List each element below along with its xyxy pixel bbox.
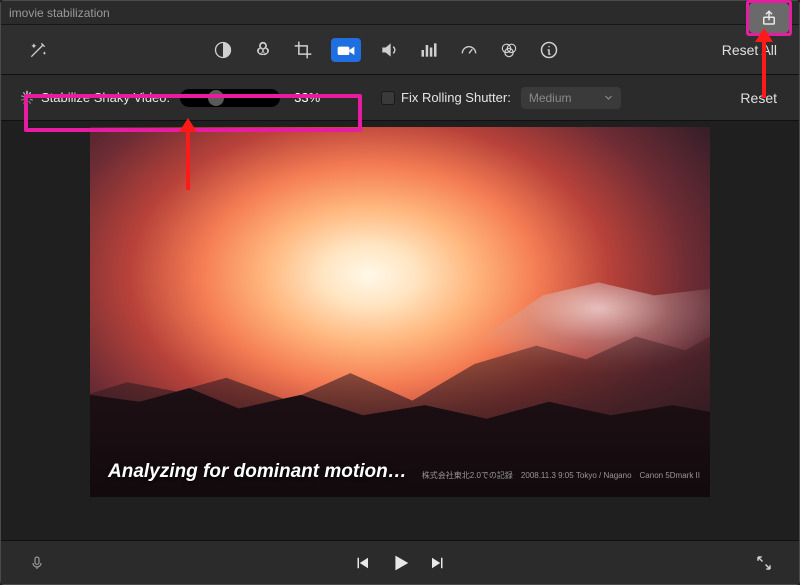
auto-enhance-button[interactable] — [15, 34, 61, 66]
info-icon[interactable] — [537, 38, 561, 62]
stabilize-value: 33% — [294, 90, 332, 105]
fix-rolling-checkbox[interactable] — [381, 91, 395, 105]
fix-rolling-shutter-group: Fix Rolling Shutter: Medium — [381, 87, 621, 109]
slider-thumb[interactable] — [208, 90, 224, 106]
inspector-tabs — [211, 38, 561, 62]
voiceover-mic-button[interactable] — [29, 553, 45, 573]
next-button[interactable] — [429, 554, 447, 572]
color-balance-icon[interactable] — [211, 38, 235, 62]
volume-icon[interactable] — [377, 38, 401, 62]
app-window: imovie stabilization — [0, 0, 800, 585]
reset-all-button[interactable]: Reset All — [722, 42, 777, 58]
fullscreen-button[interactable] — [755, 554, 773, 572]
dropdown-value: Medium — [529, 91, 572, 105]
transport-bar — [1, 540, 799, 584]
preview-area: Analyzing for dominant motion… 株式会社東北2.0… — [1, 121, 799, 540]
rolling-shutter-dropdown[interactable]: Medium — [521, 87, 621, 109]
stabilize-group: Stabilize Shaky Video: 33% — [15, 83, 340, 113]
fix-rolling-label: Fix Rolling Shutter: — [401, 90, 511, 105]
stabilize-label: Stabilize Shaky Video: — [41, 90, 170, 105]
stabilize-slider[interactable] — [180, 89, 280, 107]
analysis-status-text: Analyzing for dominant motion… — [108, 461, 407, 483]
titlebar: imovie stabilization — [1, 1, 799, 25]
prev-button[interactable] — [353, 554, 371, 572]
processing-spinner-icon — [19, 90, 35, 106]
audio-eq-icon[interactable] — [417, 38, 441, 62]
stabilization-tab-icon[interactable] — [331, 38, 361, 62]
video-preview[interactable]: Analyzing for dominant motion… 株式会社東北2.0… — [90, 127, 710, 497]
video-filters-icon[interactable] — [497, 38, 521, 62]
window-title: imovie stabilization — [9, 6, 110, 20]
speedometer-icon[interactable] — [457, 38, 481, 62]
clip-metadata-overlay: 株式会社東北2.0での記録 2008.11.3 9:05 Tokyo / Nag… — [422, 470, 700, 481]
stabilization-settings: Stabilize Shaky Video: 33% Fix Rolling S… — [1, 75, 799, 121]
color-correction-icon[interactable] — [251, 38, 275, 62]
annotation-arrow-share — [762, 40, 766, 98]
reset-button[interactable]: Reset — [740, 90, 777, 106]
chevron-down-icon — [604, 93, 613, 102]
annotation-arrow-stabilize — [186, 130, 190, 190]
play-button[interactable] — [389, 552, 411, 574]
crop-icon[interactable] — [291, 38, 315, 62]
playback-controls — [353, 552, 447, 574]
inspector-toolbar: Reset All — [1, 25, 799, 75]
